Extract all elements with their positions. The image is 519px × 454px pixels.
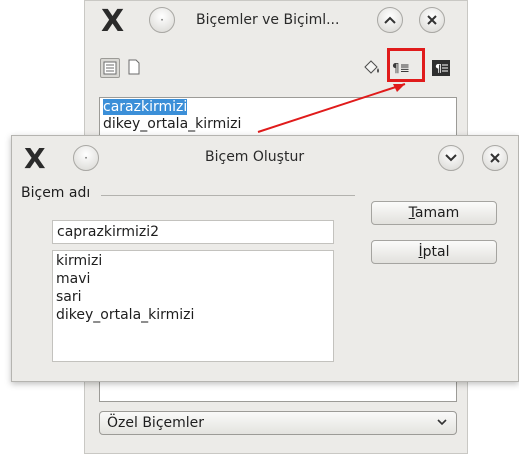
existing-styles-list[interactable]: kirmizi mavi sari dikey_ortala_kirmizi: [52, 250, 334, 362]
list-item[interactable]: sari: [56, 289, 82, 306]
list-item[interactable]: dikey_ortala_kirmizi: [56, 307, 194, 324]
group-divider: [101, 195, 355, 196]
group-label: Biçem adı: [21, 185, 91, 201]
list-item[interactable]: mavi: [56, 271, 90, 288]
app-logo-icon: X: [24, 142, 46, 175]
cancel-button[interactable]: İptal: [371, 240, 497, 264]
ok-button[interactable]: Tamam: [371, 201, 497, 225]
cancel-label: ptal: [422, 244, 450, 260]
dialog-title: Biçem Oluştur: [205, 149, 305, 165]
chevron-down-icon[interactable]: [438, 145, 464, 171]
create-style-dialog: X · Biçem Oluştur Biçem adı kirmizi mavi…: [11, 135, 519, 382]
style-name-input[interactable]: [52, 220, 334, 244]
window-menu-button[interactable]: ·: [73, 145, 99, 171]
close-icon[interactable]: [482, 145, 508, 171]
list-item[interactable]: kirmizi: [56, 253, 102, 270]
ok-label: amam: [414, 205, 460, 221]
